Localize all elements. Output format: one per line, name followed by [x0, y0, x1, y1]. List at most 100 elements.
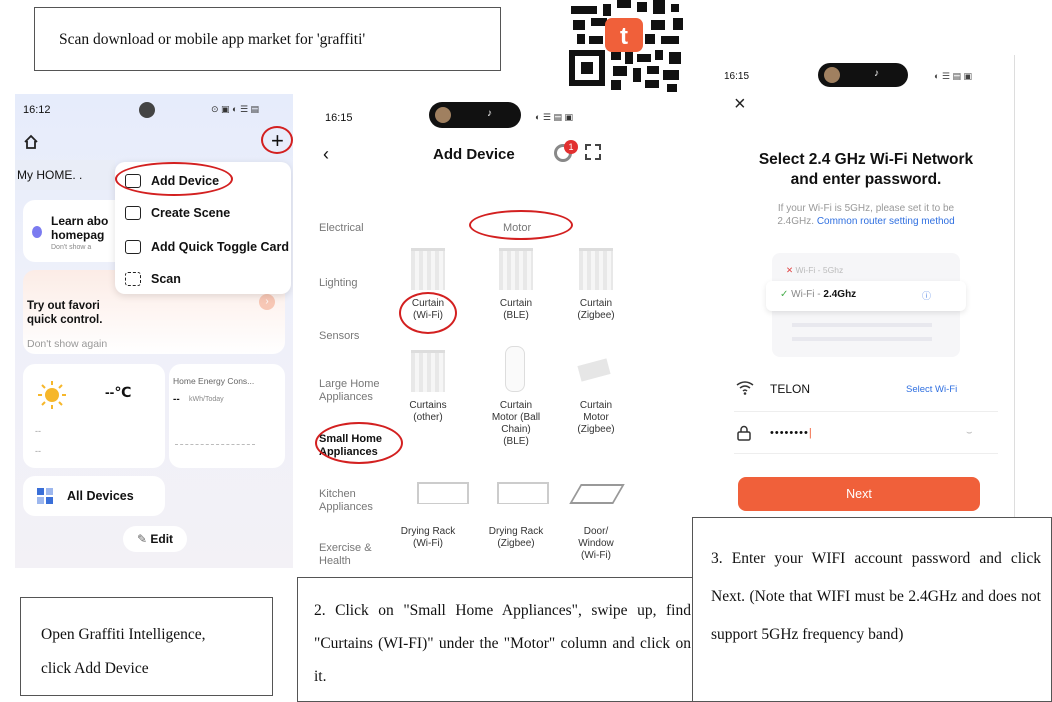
dynamic-island: ♪: [429, 102, 521, 128]
note-line-2: 2.4GHz. Common router setting method: [718, 216, 1014, 227]
category-kitchen-appliances[interactable]: Kitchen Appliances: [319, 488, 387, 514]
drying-rack-zigbee-image: [497, 482, 549, 504]
product-line: Curtain: [499, 298, 533, 309]
energy-value: --: [173, 394, 180, 405]
learn-title: Learn abo: [51, 214, 109, 228]
next-button[interactable]: Next: [738, 477, 980, 511]
status-icons: ◐ ☰ ▤ ▣: [535, 112, 574, 122]
divider: [734, 411, 998, 412]
bulb-icon: [32, 226, 42, 238]
sun-icon: [38, 381, 66, 409]
page-title: Add Device: [433, 146, 515, 163]
panel-divider: [1014, 55, 1015, 517]
heading-line-2: and enter password.: [790, 171, 942, 188]
scan-icon[interactable]: [585, 144, 601, 160]
home-icon[interactable]: [23, 134, 39, 150]
product-line: Motor (Ball: [491, 412, 541, 423]
product-line: (Zigbee): [577, 424, 615, 435]
product-curtain-motor-zigbee[interactable]: Curtain Motor (Zigbee): [561, 400, 631, 436]
temperature: --℃: [105, 384, 132, 400]
energy-title: Home Energy Cons...: [173, 376, 255, 386]
category-sensors[interactable]: Sensors: [319, 330, 359, 343]
menu-item-scan[interactable]: Scan: [125, 272, 181, 286]
close-icon[interactable]: ×: [734, 93, 746, 116]
menu-label-add-quick-toggle: Add Quick Toggle Card: [151, 240, 289, 254]
energy-card[interactable]: Home Energy Cons... -- kWh/Today: [169, 364, 285, 468]
weather-card[interactable]: --℃ -- --: [23, 364, 165, 468]
wifi-5g-row: ✕ Wi-Fi - 5Ghz: [786, 265, 843, 276]
product-door-window-wifi[interactable]: Door/Window (Wi-Fi): [561, 526, 631, 562]
wifi-ssid: TELON: [770, 382, 811, 396]
category-electrical[interactable]: Electrical: [319, 222, 364, 235]
grid-icon: [37, 488, 53, 504]
select-wifi-link[interactable]: Select Wi-Fi: [906, 384, 957, 395]
category-exercise-health[interactable]: Exercise & Health: [319, 542, 379, 568]
try-title-2: quick control.: [27, 314, 103, 326]
product-line: Drying Rack: [488, 526, 544, 537]
toggle-card-icon: [125, 240, 141, 254]
edit-button[interactable]: ✎ Edit: [123, 526, 187, 552]
phone-1-screen: 16:12 ⊙ ▣ ◐ ☰ ▤ + My HOME. . Learn abo h…: [15, 94, 293, 568]
product-line: (Wi-Fi): [413, 538, 443, 549]
menu-label-scan: Scan: [151, 272, 181, 286]
scene-icon: [125, 206, 141, 220]
wifi-illustration: ✕ Wi-Fi - 5Ghz ✓ Wi-Fi - 2.4Ghz ⓘ: [766, 253, 966, 357]
avatar[interactable]: [139, 102, 155, 118]
avatar: [435, 107, 451, 123]
product-line: (BLE): [503, 310, 529, 321]
cross-icon: ✕: [786, 265, 794, 275]
curtains-other-image: [411, 350, 445, 392]
product-curtain-ble[interactable]: Curtain (BLE): [481, 298, 551, 322]
category-lighting[interactable]: Lighting: [319, 277, 358, 290]
annotation-circle-motor: [469, 210, 573, 240]
annotation-circle-curtain-wifi: [399, 292, 457, 334]
door-window-image: [569, 484, 625, 504]
qr-code-icon: t: [533, 0, 713, 94]
status-icons: ◐ ☰ ▤ ▣: [934, 71, 973, 81]
wifi-info-icon: ⓘ: [922, 291, 932, 301]
annotation-circle-small-home: [315, 422, 403, 464]
menu-item-create-scene[interactable]: Create Scene: [125, 206, 230, 220]
caption-top: Scan download or mobile app market for '…: [34, 7, 501, 71]
back-chevron-icon[interactable]: ‹: [323, 144, 329, 165]
note-prefix: 2.4GHz.: [777, 216, 815, 227]
wifi-24g-label: 2.4Ghz: [823, 289, 857, 300]
avatar: [824, 67, 840, 83]
caption-step-3: 3. Enter your WIFI account password and …: [692, 517, 1052, 702]
product-drying-rack-wifi[interactable]: Drying Rack (Wi-Fi): [393, 526, 463, 550]
curtain-wifi-image: [411, 248, 445, 290]
placeholder-bar: [792, 323, 932, 327]
product-curtain-motor-ball-chain[interactable]: Curtain Motor (Ball Chain) (BLE): [481, 400, 551, 448]
audio-wave-icon: ♪: [874, 68, 879, 79]
caption-step-2: 2. Click on "Small Home Appliances", swi…: [297, 577, 706, 702]
phone-3-screen: 16:15 ♪ ◐ ☰ ▤ ▣ × Select 2.4 GHz Wi-Fi N…: [718, 55, 1014, 517]
wifi-24g-row: ✓ Wi-Fi - 2.4Ghz ⓘ: [766, 281, 966, 311]
product-curtain-zigbee[interactable]: Curtain (Zigbee): [561, 298, 631, 322]
curtain-zigbee-image: [579, 248, 613, 290]
eye-icon[interactable]: ⌣: [966, 427, 973, 438]
pencil-icon: ✎: [136, 532, 151, 546]
product-drying-rack-zigbee[interactable]: Drying Rack (Zigbee): [481, 526, 551, 550]
dynamic-island: ♪: [818, 63, 908, 87]
category-large-home-appliances[interactable]: Large Home Appliances: [319, 378, 387, 404]
annotation-circle-add-device: [115, 162, 233, 196]
product-line: Chain): [501, 424, 531, 435]
product-line: Curtain: [579, 298, 613, 309]
wifi-24g-prefix: Wi-Fi -: [791, 289, 821, 300]
status-time: 16:15: [724, 71, 750, 82]
notification-badge: 1: [564, 140, 578, 154]
energy-divider: [175, 444, 255, 445]
learn-title-2: homepag: [51, 228, 105, 242]
caption-step-2-text: 2. Click on "Small Home Appliances", swi…: [314, 602, 691, 685]
menu-item-add-quick-toggle[interactable]: Add Quick Toggle Card: [125, 240, 289, 254]
router-method-link[interactable]: Common router setting method: [817, 216, 955, 227]
password-input[interactable]: ••••••••|: [770, 427, 813, 439]
energy-unit: kWh/Today: [189, 396, 224, 403]
home-selector[interactable]: My HOME. .: [15, 160, 115, 190]
dont-show-again-link[interactable]: Don't show again: [27, 338, 107, 350]
learn-sub: Don't show a: [51, 244, 92, 251]
chevron-right-icon[interactable]: ›: [259, 294, 275, 310]
product-curtains-other[interactable]: Curtains (other): [393, 400, 463, 424]
all-devices-button[interactable]: All Devices: [23, 476, 165, 516]
wifi-5g-label: Wi-Fi - 5Ghz: [795, 265, 844, 275]
